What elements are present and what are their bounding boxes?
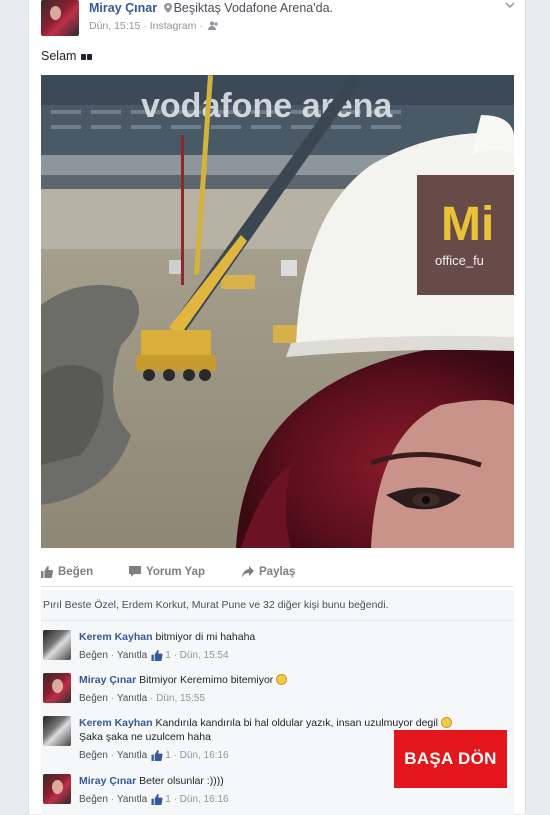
helmet-logo-text: Mi — [441, 198, 494, 251]
likes-summary[interactable]: Pırıl Beste Özel, Erdem Korkut, Murat Pu… — [41, 590, 514, 620]
comment-time[interactable]: Dün, 16:16 — [180, 794, 229, 805]
commenter-name[interactable]: Kerem Kayhan — [79, 631, 153, 643]
comment-reply-link[interactable]: Yanıtla — [117, 693, 147, 704]
location-link[interactable]: Beşiktaş Vodafone Arena'da. — [174, 1, 333, 15]
comment-like-count[interactable]: 1 — [165, 794, 171, 805]
comment-time[interactable]: Dün, 16:16 — [180, 750, 229, 761]
friends-audience-icon[interactable] — [207, 21, 219, 30]
like-count-thumb-icon — [151, 794, 163, 805]
comment-like-link[interactable]: Beğen — [79, 794, 108, 805]
helmet-subtext: office_fu — [435, 253, 484, 268]
likes-summary-text[interactable]: Pırıl Beste Özel, Erdem Korkut, Murat Pu… — [43, 599, 389, 611]
commenter-name[interactable]: Miray Çınar — [79, 674, 136, 686]
commenter-avatar[interactable] — [43, 673, 71, 703]
comment-text: Miray Çınar Bitmiyor Keremimo bitemiyor — [79, 673, 288, 687]
commenter-avatar[interactable] — [43, 630, 71, 660]
thumbs-up-icon — [41, 566, 53, 578]
comment-like-link[interactable]: Beğen — [79, 693, 108, 704]
post-meta: Dün, 15:15 · Instagram · — [89, 20, 219, 32]
commenter-avatar[interactable] — [43, 774, 71, 804]
comment-reply-link[interactable]: Yanıtla — [117, 794, 147, 805]
comment-label: Yorum Yap — [146, 566, 206, 578]
comment-body-line2: Şaka şaka ne uzulcem haha — [79, 731, 211, 743]
location-pin-icon — [163, 3, 172, 13]
post-timestamp[interactable]: Dün, 15:15 · Instagram · — [89, 20, 203, 32]
comment-like-link[interactable]: Beğen — [79, 750, 108, 761]
post-card: Miray Çınar Beşiktaş Vodafone Arena'da. … — [28, 0, 526, 815]
comment-meta: Beğen · Yanıtla 1 · Dün, 15:54 — [79, 650, 229, 661]
post-photo[interactable]: vodafone arena Mi office_fu — [41, 75, 514, 548]
comment-meta: Beğen · Yanıtla 1 · Dün, 16:16 — [79, 794, 229, 805]
author-name[interactable]: Miray Çınar — [89, 1, 157, 15]
comment-text: Kerem Kayhan bitmiyor di mi hahaha — [79, 630, 255, 644]
like-label: Beğen — [58, 566, 94, 578]
post-status: Selam — [41, 49, 92, 63]
comment-reply-link[interactable]: Yanıtla — [117, 650, 147, 661]
status-text: Selam — [41, 49, 77, 63]
post-options-chevron-icon[interactable] — [505, 0, 515, 10]
share-button[interactable]: Paylaş — [242, 566, 295, 578]
like-count-thumb-icon — [151, 750, 163, 761]
emoji-icon — [80, 49, 92, 63]
post-header: Miray Çınar Beşiktaş Vodafone Arena'da. — [89, 1, 333, 15]
comment-time[interactable]: Dün, 15:55 — [156, 693, 205, 704]
comment-meta: Beğen · Yanıtla 1 · Dün, 16:16 — [79, 750, 229, 761]
comment-like-link[interactable]: Beğen — [79, 650, 108, 661]
commenter-name[interactable]: Kerem Kayhan — [79, 717, 153, 729]
stadium-sign-text: vodafone arena — [141, 87, 393, 125]
like-button[interactable]: Beğen — [41, 566, 93, 578]
comment-body: bitmiyor di mi hahaha — [155, 631, 256, 643]
commenter-avatar[interactable] — [43, 716, 71, 746]
comment-body: Bitmiyor Keremimo bitemiyor — [139, 674, 274, 686]
share-arrow-icon — [242, 566, 254, 578]
neutral-emoji-icon — [440, 717, 452, 728]
author-avatar[interactable] — [41, 0, 79, 36]
comment-body: Kandırıla kandırıla bi hal oldular yazık… — [155, 717, 438, 729]
comment-icon — [129, 566, 141, 577]
smile-emoji-icon — [276, 674, 288, 685]
post-actions: Beğen Yorum Yap Paylaş — [41, 560, 514, 587]
comment-text: Miray Çınar Beter olsunlar :)))) — [79, 774, 224, 788]
comment-reply-link[interactable]: Yanıtla — [117, 750, 147, 761]
comment-like-count[interactable]: 1 — [165, 750, 171, 761]
comment-button[interactable]: Yorum Yap — [129, 566, 205, 578]
comment-time[interactable]: Dün, 15:54 — [180, 650, 229, 661]
commenter-name[interactable]: Miray Çınar — [79, 775, 136, 787]
share-label: Paylaş — [259, 566, 296, 578]
like-count-thumb-icon — [151, 650, 163, 661]
back-to-top-button[interactable]: BAŞA DÖN — [394, 730, 507, 788]
comment-body: Beter olsunlar :)))) — [139, 775, 224, 787]
comment-like-count[interactable]: 1 — [165, 650, 171, 661]
comment-meta: Beğen · Yanıtla · Dün, 15:55 — [79, 693, 206, 704]
